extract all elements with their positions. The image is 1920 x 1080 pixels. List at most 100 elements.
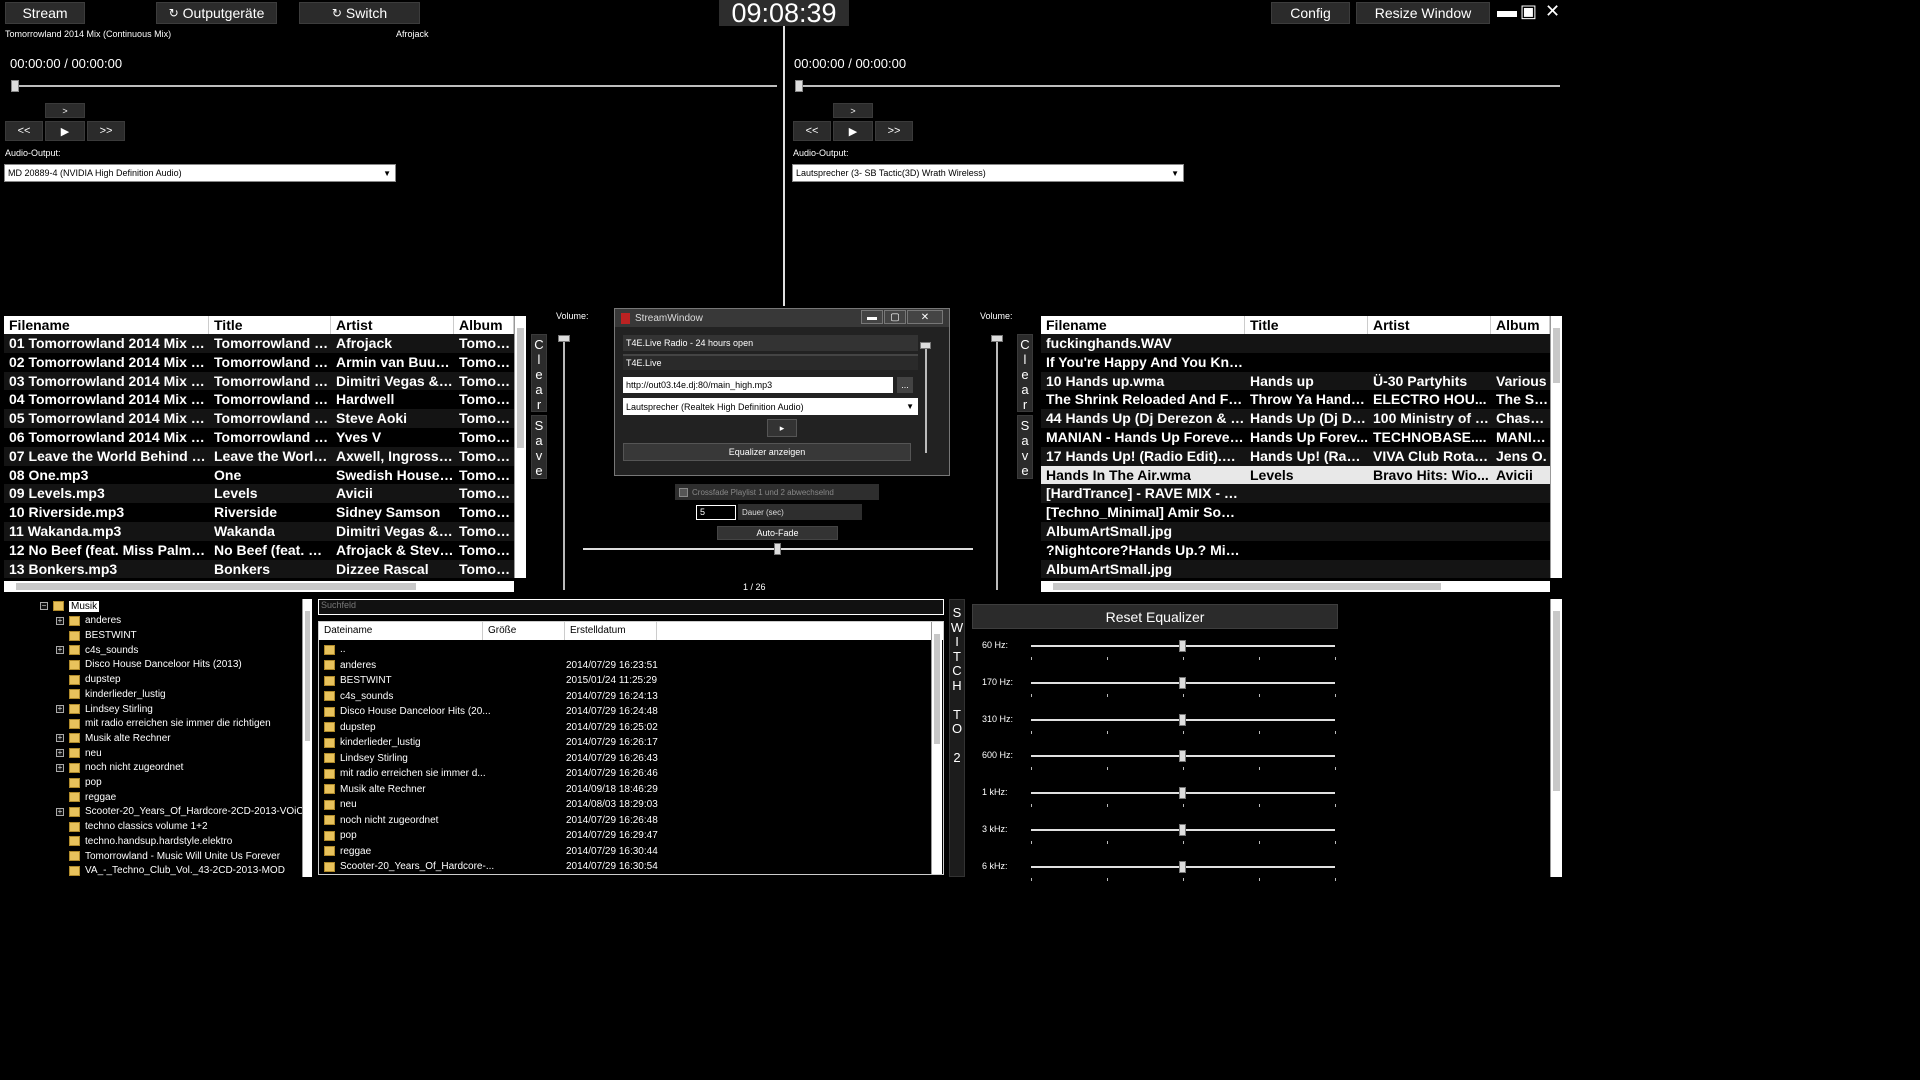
volume-1-thumb[interactable] xyxy=(558,335,570,342)
show-equalizer-button[interactable]: Equalizer anzeigen xyxy=(623,443,911,461)
column-title[interactable]: Title xyxy=(209,316,331,334)
volume-1-slider[interactable] xyxy=(563,336,565,590)
table-row[interactable]: 07 Leave the World Behind (f... Leave the… xyxy=(4,446,514,466)
crossfade-checkbox[interactable]: Crossfade Playlist 1 und 2 abwechselnd xyxy=(675,484,879,500)
switch-to-button[interactable]: SWITCH TO 2 xyxy=(949,599,965,877)
eq-band-thumb[interactable] xyxy=(1179,640,1186,652)
list-item[interactable]: dupstep 2014/07/29 16:25:02 xyxy=(324,720,658,736)
deck1-next-small-button[interactable]: > xyxy=(45,103,85,118)
table-row[interactable]: [Techno_Minimal] Amir SoRa ... xyxy=(1041,503,1550,522)
playlist-2-hscroll[interactable] xyxy=(1041,581,1550,592)
tree-item[interactable]: techno.handsup.hardstyle.elektro xyxy=(69,834,232,849)
minimize-icon[interactable]: ▬ xyxy=(1497,0,1517,23)
table-row[interactable]: 04 Tomorrowland 2014 Mix (C... Tomorrowla… xyxy=(4,390,514,409)
playlist-1-vscroll[interactable] xyxy=(514,316,526,578)
column-size[interactable]: Größe xyxy=(483,622,565,640)
stream-button[interactable]: Stream xyxy=(5,2,85,24)
folder-tree[interactable]: − Musik + anderes BESTWINT + c4s_sounds Disco H… xyxy=(0,596,314,882)
expand-icon[interactable]: + xyxy=(56,763,64,772)
maximize-icon[interactable]: ▣ xyxy=(1520,1,1537,22)
tree-item[interactable]: mit radio erreichen sie immer die richti… xyxy=(69,716,271,731)
search-input[interactable]: Suchfeld xyxy=(318,599,944,615)
config-button[interactable]: Config xyxy=(1271,2,1350,24)
switch-button[interactable]: ↻ Switch xyxy=(299,2,420,24)
expand-icon[interactable]: + xyxy=(56,748,64,757)
list-item[interactable]: reggae 2014/07/29 16:30:44 xyxy=(324,844,658,860)
table-row[interactable]: 03 Tomorrowland 2014 Mix (C... Tomorrowla… xyxy=(4,371,514,391)
reset-equalizer-button[interactable]: Reset Equalizer xyxy=(972,604,1338,629)
playlist-1-hscroll[interactable] xyxy=(4,581,514,592)
deck2-audio-output-select[interactable]: Lautsprecher (3- SB Tactic(3D) Wrath Wir… xyxy=(792,164,1184,182)
expand-icon[interactable]: + xyxy=(56,616,64,625)
output-devices-button[interactable]: ↻ Outputgeräte xyxy=(156,2,277,24)
column-title[interactable]: Title xyxy=(1245,316,1368,334)
table-row[interactable]: ?Nightcore?Hands Up.? Mix ... xyxy=(1041,541,1550,560)
list-item[interactable]: neu 2014/08/03 18:29:03 xyxy=(324,797,658,813)
eq-band-thumb[interactable] xyxy=(1179,824,1186,836)
deck2-play-button[interactable]: ▶ xyxy=(833,121,873,141)
table-row[interactable]: 10 Hands up.wma Hands up Ü-30 Partyhits Var… xyxy=(1041,371,1550,391)
tree-item[interactable]: Scooter-20_Years_Of_Hardcore-2CD-2013-VO… xyxy=(69,805,310,820)
tree-item[interactable]: dupstep xyxy=(69,672,121,687)
list-item[interactable]: c4s_sounds 2014/07/29 16:24:13 xyxy=(324,689,658,705)
table-row[interactable]: 08 One.mp3 One Swedish House ... Tomorro xyxy=(4,466,514,485)
tree-item[interactable]: pop xyxy=(69,775,102,790)
column-album[interactable]: Album xyxy=(1491,316,1550,334)
tree-item[interactable]: reggae xyxy=(69,790,116,805)
table-row[interactable]: 12 No Beef (feat. Miss Palmer)... No Beef… xyxy=(4,541,514,560)
table-row[interactable]: 06 Tomorrowland 2014 Mix (C... Tomorrowla… xyxy=(4,428,514,447)
list-item[interactable]: Lindsey Stirling 2014/07/29 16:26:43 xyxy=(324,751,658,767)
crossfade-thumb[interactable] xyxy=(774,543,781,555)
close-icon[interactable]: ✕ xyxy=(1545,1,1560,22)
column-artist[interactable]: Artist xyxy=(1368,316,1491,334)
table-row[interactable]: 05 Tomorrowland 2014 Mix (C... Tomorrowla… xyxy=(4,409,514,428)
table-row[interactable]: 02 Tomorrowland 2014 Mix (C... Tomorrowla… xyxy=(4,353,514,372)
table-row[interactable]: MANIAN - Hands Up Forever.... Hands Up Fo… xyxy=(1041,428,1550,447)
table-row[interactable]: 11 Wakanda.mp3 Wakanda Dimitri Vegas & ...… xyxy=(4,521,514,541)
autofade-button[interactable]: Auto-Fade xyxy=(717,526,838,540)
tree-item[interactable]: noch nicht zugeordnet xyxy=(69,761,183,776)
table-row[interactable]: 01 Tomorrowland 2014 Mix (C... Tomorrowla… xyxy=(4,334,514,353)
expand-icon[interactable]: + xyxy=(56,704,64,713)
crossfade-duration-input[interactable]: 5 xyxy=(696,505,736,520)
playlist-2[interactable]: Filename Title Artist Album fuckinghands… xyxy=(1041,316,1550,578)
deck1-play-button[interactable]: ▶ xyxy=(45,121,85,141)
browse-button[interactable]: ... xyxy=(897,377,913,393)
tree-item[interactable]: anderes xyxy=(69,614,121,629)
list-item[interactable]: Disco House Danceloor Hits (20... 2014/07… xyxy=(324,704,658,720)
playlist-1[interactable]: Filename Title Artist Album 01 Tomorrowl… xyxy=(4,316,514,578)
table-row[interactable]: 13 Bonkers.mp3 Bonkers Dizzee Rascal Tomorr… xyxy=(4,559,514,578)
list-item[interactable]: BESTWINT 2015/01/24 11:25:29 xyxy=(324,673,657,689)
column-filename[interactable]: Filename xyxy=(1041,316,1245,334)
table-row[interactable]: 10 Riverside.mp3 Riverside Sidney Samson To… xyxy=(4,503,514,522)
list-item[interactable]: Musik alte Rechner 2014/09/18 18:46:29 xyxy=(324,782,658,798)
file-list-vscroll[interactable] xyxy=(931,622,942,874)
deck2-next-small-button[interactable]: > xyxy=(833,103,873,118)
column-filename[interactable]: Filename xyxy=(4,316,209,334)
maximize-icon[interactable]: ▢ xyxy=(884,310,906,324)
table-row[interactable]: Hands In The Air.wma Levels Bravo Hits: Wi… xyxy=(1041,465,1550,485)
eq-band-thumb[interactable] xyxy=(1179,860,1186,873)
file-list[interactable]: Dateiname Größe Erstelldatum (YYY... .. a… xyxy=(318,621,944,875)
tree-item[interactable]: techno classics volume 1+2 xyxy=(69,819,208,834)
deck2-seekbar[interactable] xyxy=(796,85,1560,87)
deck1-seekbar[interactable] xyxy=(12,85,777,87)
list-item[interactable]: .. xyxy=(324,642,346,658)
tree-item[interactable]: kinderlieder_lustig xyxy=(69,687,166,702)
deck1-prev-button[interactable]: << xyxy=(5,121,43,141)
tree-item[interactable]: VA_-_Techno_Club_Vol._43-2CD-2013-MOD xyxy=(69,863,285,878)
tree-item[interactable]: Disco House Danceloor Hits (2013) xyxy=(69,658,242,673)
list-item[interactable]: kinderlieder_lustig 2014/07/29 16:26:17 xyxy=(324,735,658,751)
column-album[interactable]: Album xyxy=(454,316,514,334)
expand-icon[interactable]: + xyxy=(56,645,64,654)
table-row[interactable]: 17 Hands Up! (Radio Edit).m4a Hands Up! (… xyxy=(1041,446,1550,466)
playlist-1-clear-button[interactable]: Clear xyxy=(531,334,547,412)
table-row[interactable]: 44 Hands Up (Dj Derezon & N... Hands Up (… xyxy=(1041,409,1550,428)
stream-url-input[interactable]: http://out03.t4e.dj:80/main_high.mp3 xyxy=(623,377,893,393)
stream-volume-thumb[interactable] xyxy=(920,342,931,349)
deck1-audio-output-select[interactable]: MD 20889-4 (NVIDIA High Definition Audio… xyxy=(4,164,396,182)
eq-band-thumb[interactable] xyxy=(1179,713,1186,726)
table-row[interactable]: 09 Levels.mp3 Levels Avicii Tomorro xyxy=(4,484,514,504)
eq-band-thumb[interactable] xyxy=(1179,787,1186,800)
playlist-2-clear-button[interactable]: Clear xyxy=(1017,334,1033,412)
